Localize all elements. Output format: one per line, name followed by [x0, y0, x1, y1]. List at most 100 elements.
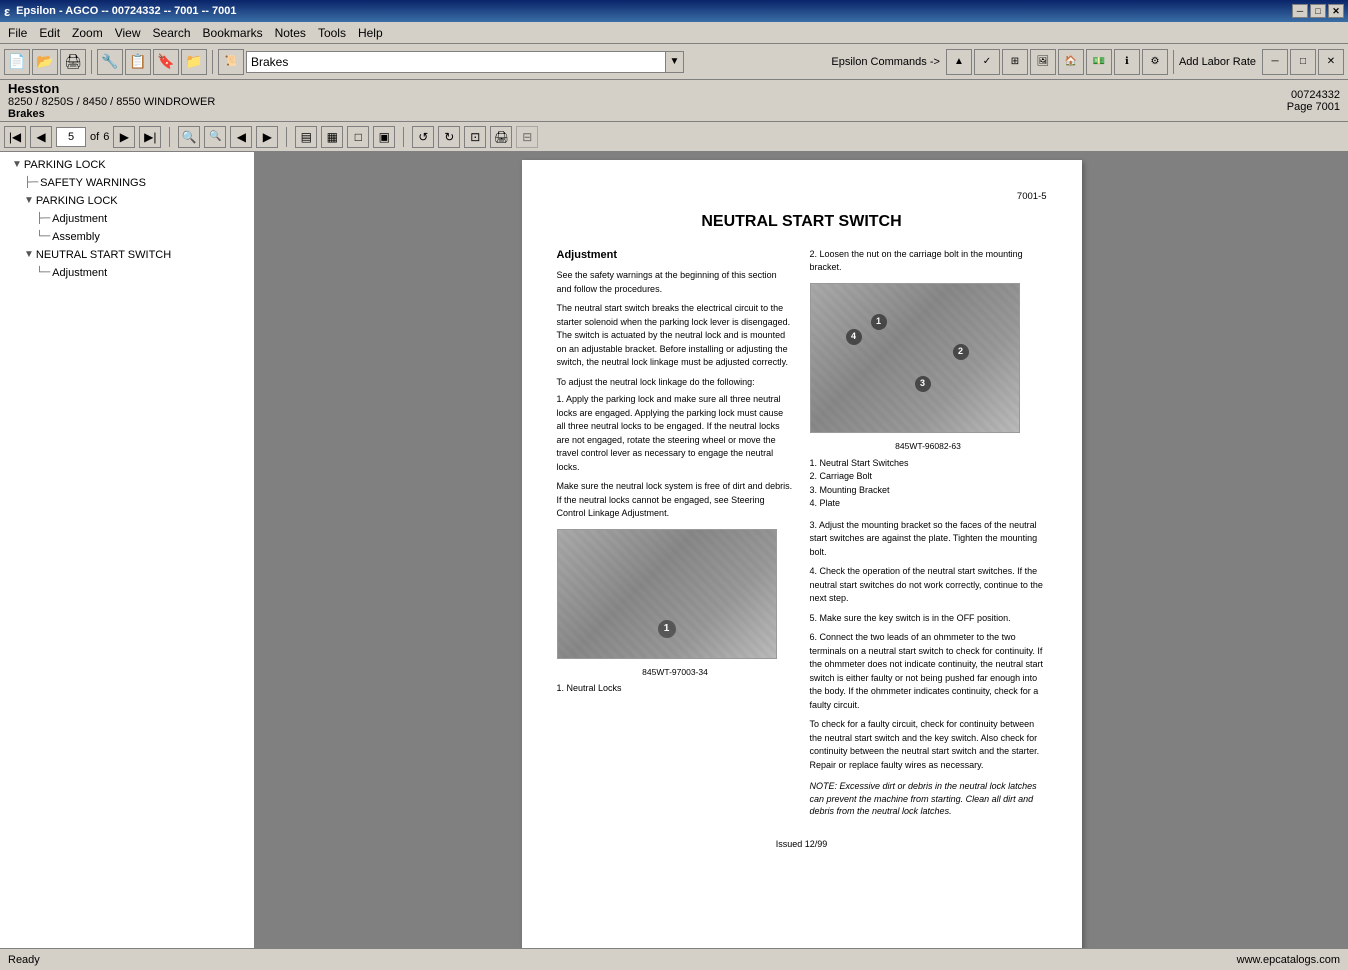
- minimize-button[interactable]: ─: [1292, 4, 1308, 18]
- btn-b[interactable]: 📋: [125, 49, 151, 75]
- image-neutral-locks: 1: [557, 529, 777, 659]
- zoom-out-button[interactable]: 🔍: [204, 126, 226, 148]
- expand-icon-adj1: ├─: [36, 210, 50, 228]
- tree-label-assembly: Assembly: [52, 228, 100, 246]
- menu-view[interactable]: View: [109, 22, 147, 43]
- view-option3[interactable]: □: [347, 126, 369, 148]
- info-right: 00724332 Page 7001: [1287, 89, 1340, 113]
- cmd-btn2[interactable]: ✓: [974, 49, 1000, 75]
- intro-text: See the safety warnings at the beginning…: [557, 269, 794, 296]
- print-nav[interactable]: 🖨: [490, 126, 512, 148]
- extra-nav[interactable]: ⊟: [516, 126, 538, 148]
- tree-item-safety-warnings[interactable]: ├─ SAFETY WARNINGS: [4, 174, 250, 192]
- doc-col-right: 2. Loosen the nut on the carriage bolt i…: [810, 248, 1047, 818]
- page-number-input[interactable]: [56, 127, 86, 147]
- list-item-1: 1. Neutral Start Switches: [810, 457, 1047, 471]
- app-icon: ε: [4, 4, 10, 19]
- sep2: [212, 50, 213, 74]
- sep3: [1173, 50, 1174, 74]
- zoom-in-button[interactable]: 🔍: [178, 126, 200, 148]
- menu-bookmarks[interactable]: Bookmarks: [197, 22, 269, 43]
- expand-icon-pl: ▼: [24, 192, 34, 210]
- nav-sep3: [403, 127, 404, 147]
- sep1: [91, 50, 92, 74]
- tree-item-neutral-start-switch[interactable]: ▼ NEUTRAL START SWITCH: [4, 246, 250, 264]
- right-para4: To check for a faulty circuit, check for…: [810, 718, 1047, 772]
- status-text: Ready: [8, 954, 40, 966]
- tree-item-adjustment2[interactable]: └─ Adjustment: [4, 264, 250, 282]
- menu-file[interactable]: File: [2, 22, 33, 43]
- tree-label-adjustment1: Adjustment: [52, 210, 107, 228]
- status-bar: Ready www.epcatalogs.com: [0, 948, 1348, 970]
- btn-c[interactable]: 🔖: [153, 49, 179, 75]
- para2-text: To adjust the neutral lock linkage do th…: [557, 376, 794, 390]
- document-area[interactable]: 7001-5 NEUTRAL START SWITCH Adjustment S…: [255, 152, 1348, 948]
- btn-d[interactable]: 📁: [181, 49, 207, 75]
- menu-bar: File Edit Zoom View Search Bookmarks Not…: [0, 22, 1348, 44]
- left-panel: ▼ PARKING LOCK ├─ SAFETY WARNINGS ▼ PARK…: [0, 152, 255, 948]
- close-button[interactable]: ✕: [1328, 4, 1344, 18]
- info-bar: Hesston 8250 / 8250S / 8450 / 8550 WINDR…: [0, 80, 1348, 122]
- forward-button[interactable]: ▶: [256, 126, 278, 148]
- btn-a[interactable]: 🔧: [97, 49, 123, 75]
- cmd-btn1[interactable]: ▲: [946, 49, 972, 75]
- maximize-button[interactable]: □: [1310, 4, 1326, 18]
- labor-btn2[interactable]: □: [1290, 49, 1316, 75]
- list-item-2: 2. Carriage Bolt: [810, 470, 1047, 484]
- expand-icon-adj2: └─: [36, 264, 50, 282]
- menu-search[interactable]: Search: [147, 22, 197, 43]
- tree-item-parking-lock-root[interactable]: ▼ PARKING LOCK: [4, 156, 250, 174]
- tree-item-assembly[interactable]: └─ Assembly: [4, 228, 250, 246]
- topic-dropdown[interactable]: Brakes: [246, 51, 666, 73]
- doc-title: NEUTRAL START SWITCH: [557, 211, 1047, 233]
- tree-label-parking-lock: PARKING LOCK: [36, 192, 118, 210]
- cmd-btn3[interactable]: ⊞: [1002, 49, 1028, 75]
- menu-tools[interactable]: Tools: [312, 22, 352, 43]
- last-page-button[interactable]: ▶|: [139, 126, 161, 148]
- nav-bar: |◀ ◀ of 6 ▶ ▶| 🔍 🔍 ◀ ▶ ▤ ▦ □ ▣ ↺ ↻ ⊡ 🖨 ⊟: [0, 122, 1348, 152]
- nav-sep1: [169, 127, 170, 147]
- cmd-btn5[interactable]: 🏠: [1058, 49, 1084, 75]
- tree-item-parking-lock[interactable]: ▼ PARKING LOCK: [4, 192, 250, 210]
- view-single[interactable]: ▤: [295, 126, 317, 148]
- new-button[interactable]: 📄: [4, 49, 30, 75]
- menu-zoom[interactable]: Zoom: [66, 22, 109, 43]
- cmd-btn7[interactable]: ℹ: [1114, 49, 1140, 75]
- doc-number: 00724332: [1287, 89, 1340, 101]
- img1-caption: 845WT-97003-34: [557, 667, 794, 679]
- prev-page-button[interactable]: ◀: [30, 126, 52, 148]
- tree-label-neutral-start-switch: NEUTRAL START SWITCH: [36, 246, 171, 264]
- page-of: of: [90, 131, 99, 143]
- dropdown-arrow[interactable]: ▼: [666, 51, 684, 73]
- print-button[interactable]: 🖨: [60, 49, 86, 75]
- main-area: ▼ PARKING LOCK ├─ SAFETY WARNINGS ▼ PARK…: [0, 152, 1348, 948]
- fit-page[interactable]: ⊡: [464, 126, 486, 148]
- cmd-btn8[interactable]: ⚙: [1142, 49, 1168, 75]
- nav-sep2: [286, 127, 287, 147]
- rotate-right[interactable]: ↻: [438, 126, 460, 148]
- first-page-button[interactable]: |◀: [4, 126, 26, 148]
- rotate-left[interactable]: ↺: [412, 126, 434, 148]
- labor-btn3[interactable]: ✕: [1318, 49, 1344, 75]
- expand-icon-sw: ├─: [24, 174, 38, 192]
- doc-col-left: Adjustment See the safety warnings at th…: [557, 248, 794, 818]
- add-labor-rate-label: Add Labor Rate: [1179, 56, 1256, 68]
- tree-item-adjustment1[interactable]: ├─ Adjustment: [4, 210, 250, 228]
- expand-icon-nss: ▼: [24, 246, 34, 264]
- cmd-btn6[interactable]: 💵: [1086, 49, 1112, 75]
- btn-e[interactable]: 📜: [218, 49, 244, 75]
- page-number: 7001-5: [557, 190, 1047, 203]
- open-button[interactable]: 📂: [32, 49, 58, 75]
- img2-caption: 845WT-96082-63: [810, 441, 1047, 453]
- labor-btn1[interactable]: ─: [1262, 49, 1288, 75]
- menu-edit[interactable]: Edit: [33, 22, 66, 43]
- back-button[interactable]: ◀: [230, 126, 252, 148]
- next-page-button[interactable]: ▶: [113, 126, 135, 148]
- cmd-btn4[interactable]: 🖼: [1030, 49, 1056, 75]
- menu-notes[interactable]: Notes: [269, 22, 312, 43]
- view-double[interactable]: ▦: [321, 126, 343, 148]
- view-option4[interactable]: ▣: [373, 126, 395, 148]
- window-controls: ─ □ ✕: [1292, 4, 1344, 18]
- tree-label-parking-lock-root: PARKING LOCK: [24, 156, 106, 174]
- menu-help[interactable]: Help: [352, 22, 389, 43]
